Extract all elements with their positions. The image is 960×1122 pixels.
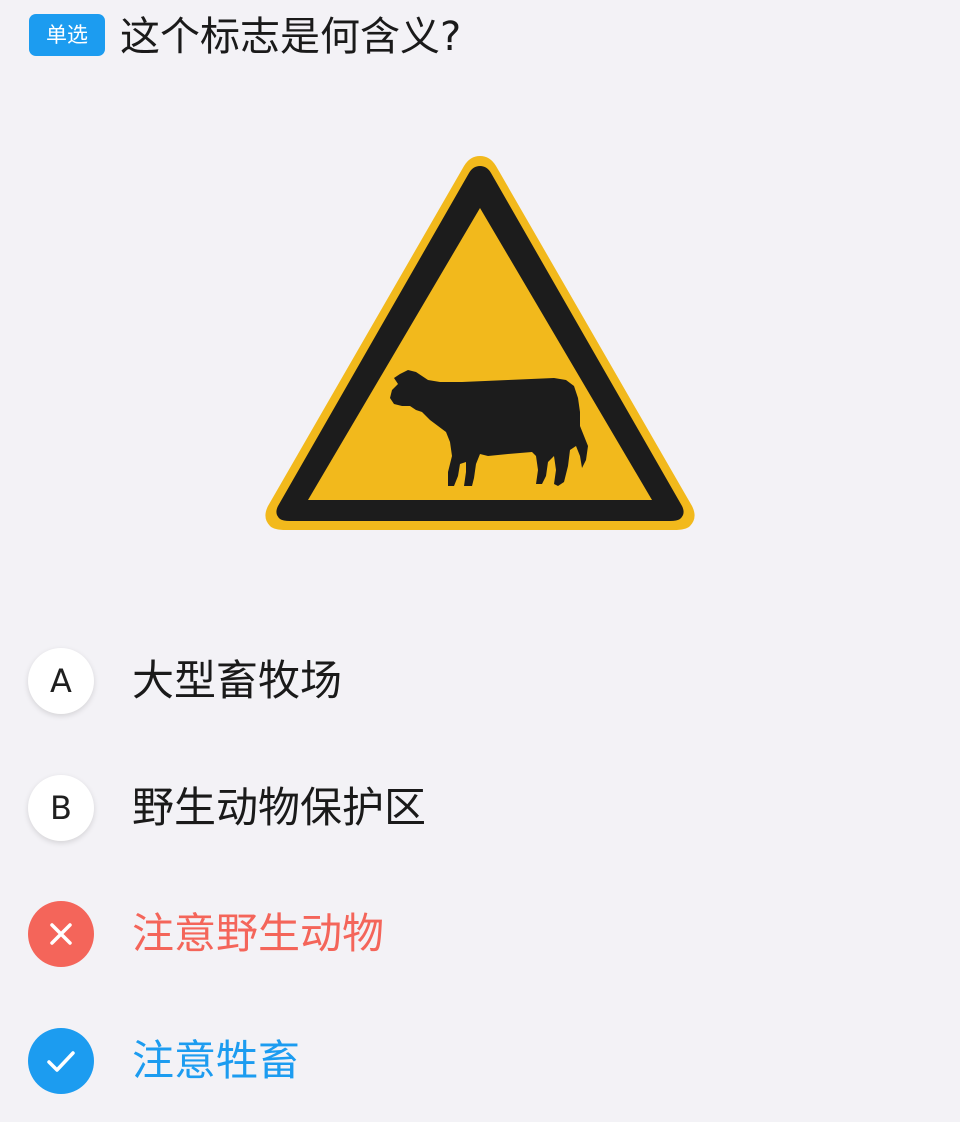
option-a[interactable]: A 大型畜牧场 bbox=[28, 648, 908, 718]
option-a-text: 大型畜牧场 bbox=[132, 656, 343, 705]
option-c[interactable]: 注意野生动物 bbox=[28, 901, 908, 971]
option-b-letter-badge: B bbox=[28, 775, 94, 841]
option-d-text: 注意牲畜 bbox=[132, 1036, 301, 1085]
question-text: 这个标志是何含义? bbox=[120, 14, 462, 60]
option-c-text: 注意野生动物 bbox=[132, 909, 385, 958]
question-type-tag: 单选 bbox=[29, 14, 105, 56]
check-icon bbox=[28, 1028, 94, 1094]
option-d[interactable]: 注意牲畜 bbox=[28, 1028, 908, 1098]
option-a-letter-badge: A bbox=[28, 648, 94, 714]
option-b[interactable]: B 野生动物保护区 bbox=[28, 775, 908, 845]
cattle-warning-sign-image bbox=[265, 156, 695, 530]
close-icon bbox=[28, 901, 94, 967]
option-b-text: 野生动物保护区 bbox=[132, 783, 427, 832]
